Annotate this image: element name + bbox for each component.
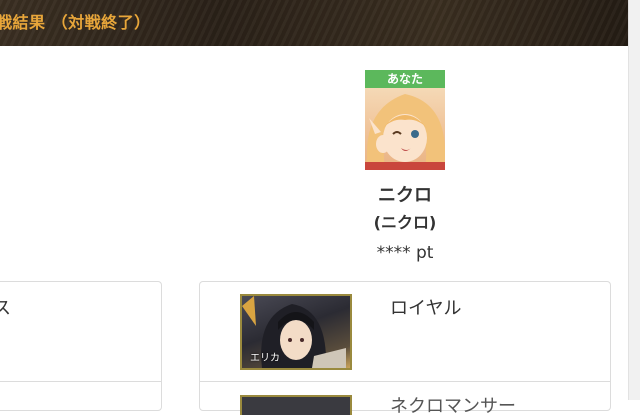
you-badge: あなた	[365, 70, 445, 88]
player-avatar	[365, 88, 445, 170]
player-class-label: ロイヤル	[390, 298, 462, 319]
player-subname: (ニクロ)	[373, 213, 437, 232]
row-divider	[0, 381, 161, 382]
vertical-scrollbar[interactable]	[628, 0, 640, 400]
leader-card-image: エリカ	[240, 294, 352, 370]
player-deck-panel: エリカ ロイヤル ネクロマンサー	[199, 281, 611, 417]
row-divider	[200, 381, 610, 382]
leader-card-label: エリカ	[250, 353, 280, 364]
page-header: 戦結果 （対戦終了）	[0, 0, 628, 46]
opponent-deck-panel: ス	[0, 281, 162, 411]
player-points: **** pt	[376, 243, 434, 263]
opponent-class-label: ス	[0, 298, 11, 319]
next-row-label: ネクロマンサー	[390, 396, 516, 417]
page-title: 戦結果 （対戦終了）	[0, 13, 151, 32]
avatar-illustration	[365, 94, 445, 170]
player-name: ニクロ	[378, 185, 432, 206]
next-card-image	[240, 395, 352, 415]
